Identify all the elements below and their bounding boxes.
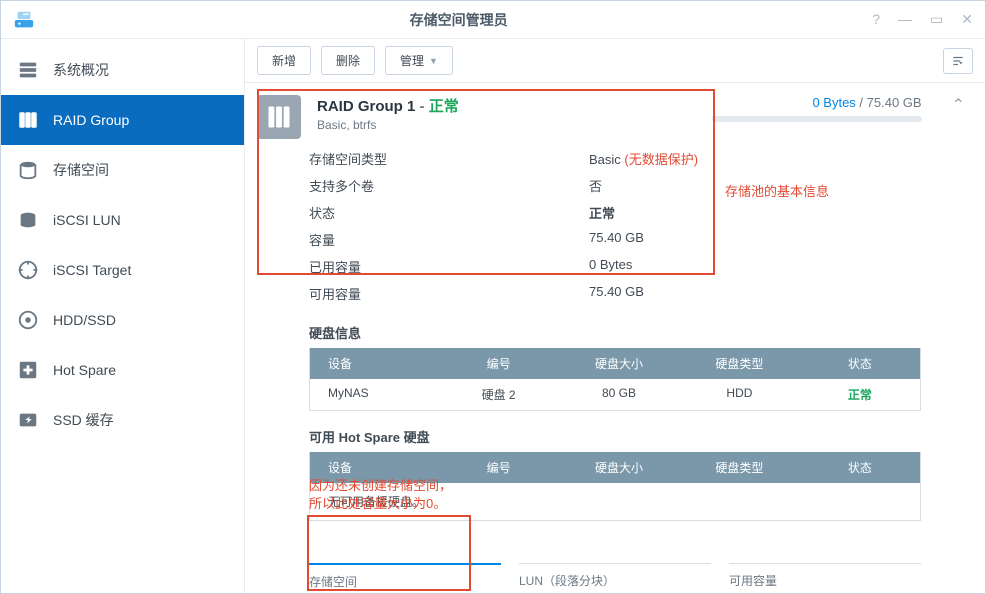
raid-group-card: RAID Group 1 - 正常 Basic, btrfs 0 Bytes /…	[245, 83, 985, 593]
kv-key: 可用容量	[309, 284, 589, 303]
kv-key: 存储空间类型	[309, 149, 589, 168]
kv-val: Basic (无数据保护)	[589, 149, 698, 168]
hotspare-table: 设备 编号 硬盘大小 硬盘类型 状态 无可用备援硬盘。	[309, 452, 921, 521]
delete-button[interactable]: 删除	[321, 46, 375, 75]
maximize-icon[interactable]: ▭	[930, 11, 943, 28]
titlebar: 存储空间管理员 ? — ▭ ✕	[1, 1, 985, 39]
sidebar-item-label: 系统概况	[53, 60, 109, 80]
table-header: 设备 编号 硬盘大小 硬盘类型 状态	[310, 348, 920, 379]
sidebar-item-label: HDD/SSD	[53, 312, 116, 328]
sidebar-item-label: 存储空间	[53, 160, 109, 180]
sidebar-item-iscsi-target[interactable]: iSCSI Target	[1, 245, 244, 295]
sidebar-item-hot-spare[interactable]: Hot Spare	[1, 345, 244, 395]
kv-val: 正常	[589, 203, 615, 222]
kv-key: 状态	[309, 203, 589, 222]
window-controls: ? — ▭ ✕	[872, 11, 973, 28]
kv-val: 0 Bytes	[589, 257, 632, 276]
sidebar-item-hdd-ssd[interactable]: HDD/SSD	[1, 295, 244, 345]
kv-val: 75.40 GB	[589, 230, 644, 249]
table-row[interactable]: MyNAS 硬盘 2 80 GB HDD 正常	[310, 379, 920, 410]
chevron-down-icon: ▼	[429, 56, 438, 66]
help-icon[interactable]: ?	[872, 11, 880, 28]
stat-volume[interactable]: 存储空间 0 Bytes	[309, 563, 501, 593]
hotspare-empty-text: 无可用备援硬盘。	[310, 483, 920, 520]
sidebar-item-label: iSCSI Target	[53, 262, 131, 278]
stats-row: 存储空间 0 Bytes LUN（段落分块） 0 Bytes 可用容量 75.4…	[309, 563, 921, 593]
window-title: 存储空间管理员	[45, 10, 872, 30]
close-icon[interactable]: ✕	[961, 11, 973, 28]
raid-usage-text: 0 Bytes / 75.40 GB	[712, 95, 922, 110]
kv-val: 75.40 GB	[589, 284, 644, 303]
sidebar-item-volume[interactable]: 存储空间	[1, 145, 244, 195]
raid-subtitle: Basic, btrfs	[317, 118, 696, 132]
raid-title: RAID Group 1 - 正常	[317, 95, 696, 116]
sidebar-item-label: RAID Group	[53, 112, 129, 128]
minimize-icon[interactable]: —	[898, 11, 912, 28]
raid-usage-bar	[712, 116, 922, 122]
table-header: 设备 编号 硬盘大小 硬盘类型 状态	[310, 452, 920, 483]
app-icon	[13, 9, 35, 31]
sidebar-item-overview[interactable]: 系统概况	[1, 45, 244, 95]
sidebar-item-label: iSCSI LUN	[53, 212, 121, 228]
main-panel: 新增 删除 管理▼ RAID Group 1 - 正	[245, 39, 985, 593]
manage-button[interactable]: 管理▼	[385, 46, 453, 75]
raid-details: 存储空间类型Basic (无数据保护) 支持多个卷否 状态正常 容量75.40 …	[309, 145, 921, 307]
collapse-toggle-icon[interactable]: ⌃	[952, 95, 965, 115]
stat-available[interactable]: 可用容量 75.4 GB	[729, 563, 921, 593]
raid-group-icon	[257, 95, 301, 139]
stat-lun[interactable]: LUN（段落分块） 0 Bytes	[519, 563, 711, 593]
disk-section-title: 硬盘信息	[309, 323, 985, 342]
sidebar-item-raid-group[interactable]: RAID Group	[1, 95, 244, 145]
create-button[interactable]: 新增	[257, 46, 311, 75]
kv-key: 支持多个卷	[309, 176, 589, 195]
kv-key: 已用容量	[309, 257, 589, 276]
sidebar-item-label: Hot Spare	[53, 362, 116, 378]
content-area: RAID Group 1 - 正常 Basic, btrfs 0 Bytes /…	[245, 83, 985, 593]
sidebar: 系统概况 RAID Group 存储空间 iSCSI LUN iSCSI Tar…	[1, 39, 245, 593]
sidebar-item-ssd-cache[interactable]: SSD 缓存	[1, 395, 244, 445]
disk-table: 设备 编号 硬盘大小 硬盘类型 状态 MyNAS 硬盘 2 80 GB HDD …	[309, 348, 921, 411]
sidebar-item-iscsi-lun[interactable]: iSCSI LUN	[1, 195, 244, 245]
kv-key: 容量	[309, 230, 589, 249]
app-window: 存储空间管理员 ? — ▭ ✕ 系统概况 RAID Group 存储空间	[0, 0, 986, 594]
hotspare-section-title: 可用 Hot Spare 硬盘	[309, 427, 985, 446]
toolbar: 新增 删除 管理▼	[245, 39, 985, 83]
sidebar-item-label: SSD 缓存	[53, 410, 114, 430]
kv-val: 否	[589, 176, 602, 195]
sort-button[interactable]	[943, 48, 973, 74]
